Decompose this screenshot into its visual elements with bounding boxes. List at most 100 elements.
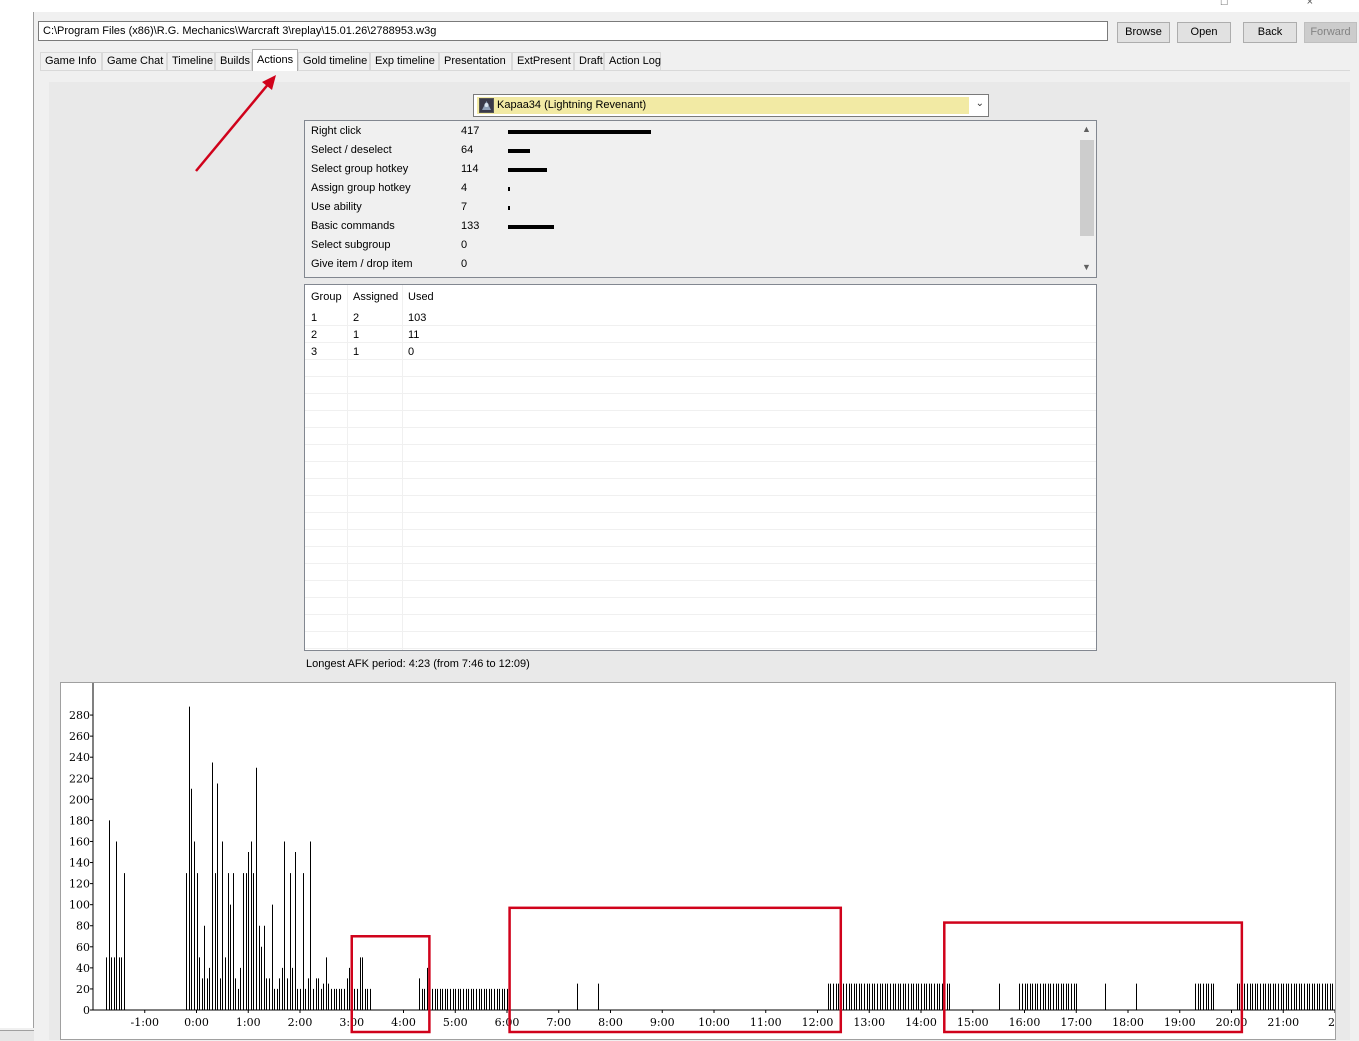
row-divider	[305, 580, 1096, 581]
row-divider	[305, 563, 1096, 564]
column-header-used[interactable]: Used	[408, 291, 434, 303]
hero-portrait-icon	[479, 98, 494, 113]
afk-period-label: Longest AFK period: 4:23 (from 7:46 to 1…	[306, 658, 530, 670]
left-pane-scrollbar[interactable]	[0, 1030, 34, 1041]
group-table-cell: 0	[408, 346, 415, 358]
highlight-box	[943, 921, 1244, 1034]
x-tick-label: 10:00	[698, 1016, 730, 1029]
action-count-bar	[508, 149, 530, 153]
replay-path-input[interactable]: C:\Program Files (x86)\R.G. Mechanics\Wa…	[38, 21, 1108, 41]
x-tick-label: 18:00	[1112, 1016, 1144, 1029]
group-table-cell: 2	[311, 329, 318, 341]
y-tick-label: 60	[76, 941, 90, 954]
row-divider	[305, 393, 1096, 394]
player-dropdown[interactable]: Kapaa34 (Lightning Revenant) ⌄	[473, 94, 989, 117]
forward-button[interactable]: Forward	[1304, 22, 1357, 43]
chevron-down-icon[interactable]: ⌄	[976, 98, 984, 109]
tab-action-log[interactable]: Action Log	[604, 52, 661, 71]
tab-actions[interactable]: Actions	[252, 49, 298, 71]
group-table-cell: 1	[311, 312, 318, 324]
action-count-bar	[508, 206, 510, 210]
column-header-assigned[interactable]: Assigned	[353, 291, 398, 303]
x-tick-label: 6:00	[495, 1016, 520, 1029]
tab-game-chat[interactable]: Game Chat	[102, 52, 167, 71]
x-tick-label: 0:00	[184, 1016, 209, 1029]
tab-gold-timeline[interactable]: Gold timeline	[298, 52, 370, 71]
action-row: Use ability 7	[311, 201, 1071, 220]
row-divider	[305, 648, 1096, 649]
row-divider	[305, 376, 1096, 377]
row-divider	[305, 410, 1096, 411]
row-divider	[305, 631, 1096, 632]
window-controls[interactable]: □ ×	[1221, 0, 1351, 8]
tab-exp-timeline[interactable]: Exp timeline	[370, 52, 439, 71]
group-table-cell: 1	[353, 329, 360, 341]
x-tick-label: 15:00	[957, 1016, 989, 1029]
left-pane	[0, 12, 34, 1028]
x-tick-label: 4:00	[391, 1016, 416, 1029]
player-name: Kapaa34 (Lightning Revenant)	[497, 99, 647, 111]
action-count-bar	[508, 225, 554, 229]
y-tick-label: 140	[69, 857, 90, 870]
y-tick-label: 180	[69, 814, 90, 827]
group-table-cell: 103	[408, 312, 427, 324]
tab-extpresent[interactable]: ExtPresent	[512, 52, 574, 71]
x-tick-label: 2:00	[288, 1016, 313, 1029]
row-divider	[305, 546, 1096, 547]
action-label: Right click	[311, 125, 362, 137]
tab-presentation[interactable]: Presentation	[439, 52, 512, 71]
browse-button[interactable]: Browse	[1117, 22, 1170, 43]
action-count: 4	[461, 182, 468, 194]
action-row: Select group hotkey 114	[311, 163, 1071, 182]
scroll-up-icon[interactable]: ▲	[1082, 124, 1091, 134]
action-types-list: Right click 417 Select / deselect 64 Select …	[304, 120, 1097, 278]
scroll-down-icon[interactable]: ▼	[1082, 262, 1091, 272]
action-count: 114	[461, 163, 479, 175]
row-divider	[305, 359, 1096, 360]
row-divider	[305, 495, 1096, 496]
action-count: 7	[461, 201, 468, 213]
action-label: Basic commands	[311, 220, 395, 232]
x-tick-label: 11:00	[750, 1016, 782, 1029]
chart-canvas: 0 20 40 60 80 100 120 140 160 180 200 220 240 260 280 -…	[69, 683, 1336, 1034]
action-count-bar	[508, 168, 547, 172]
scrollbar-thumb[interactable]	[1080, 140, 1094, 236]
action-row: Select subgroup 0	[311, 239, 1071, 258]
y-tick-label: 220	[69, 772, 90, 785]
back-button[interactable]: Back	[1243, 22, 1297, 43]
row-divider	[305, 597, 1096, 598]
action-row: Basic commands 133	[311, 220, 1071, 239]
column-header-group[interactable]: Group	[311, 291, 342, 303]
row-divider	[305, 427, 1096, 428]
action-label: Select / deselect	[311, 144, 392, 156]
group-table-cell: 3	[311, 346, 318, 358]
y-tick-label: 260	[69, 730, 90, 743]
x-tick-label: 5:00	[443, 1016, 468, 1029]
x-tick-label: -1:00	[131, 1016, 159, 1029]
row-divider	[305, 478, 1096, 479]
action-label: Select subgroup	[311, 239, 391, 251]
action-label: Assign group hotkey	[311, 182, 411, 194]
action-count: 0	[461, 239, 468, 251]
x-tick-label: 16:00	[1009, 1016, 1041, 1029]
row-divider	[305, 529, 1096, 530]
actions-per-minute-chart: 0 20 40 60 80 100 120 140 160 180 200 220 240 260 280 -…	[60, 682, 1336, 1040]
tab-draft[interactable]: Draft	[574, 52, 604, 71]
action-count: 417	[461, 125, 480, 137]
x-tick-label: 13:00	[853, 1016, 885, 1029]
y-tick-label: 0	[83, 1004, 90, 1017]
tab-game-info[interactable]: Game Info	[40, 52, 102, 71]
x-tick-label: 22	[1328, 1016, 1336, 1029]
group-table-cell: 2	[353, 312, 360, 324]
open-button[interactable]: Open	[1177, 22, 1231, 43]
x-tick-label: 12:00	[802, 1016, 834, 1029]
action-count-bar	[508, 187, 510, 191]
y-tick-label: 240	[69, 751, 90, 764]
actions-scrollbar[interactable]: ▲ ▼	[1079, 122, 1095, 276]
y-tick-label: 200	[69, 793, 90, 806]
action-count: 0	[461, 258, 468, 270]
action-count: 133	[461, 220, 480, 232]
row-divider	[305, 461, 1096, 462]
y-tick-label: 40	[76, 962, 90, 975]
action-count: 64	[461, 144, 474, 156]
